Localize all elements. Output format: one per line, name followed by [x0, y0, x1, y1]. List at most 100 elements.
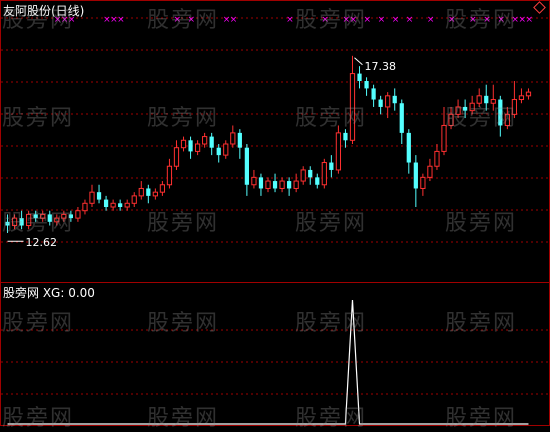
watermark: 股旁网 [445, 211, 518, 236]
candle-body [364, 81, 369, 89]
candle-body [138, 187, 144, 197]
watermark: 股旁网 [295, 406, 368, 431]
candle [427, 158, 433, 182]
candle-body [82, 202, 88, 212]
candle-body [124, 202, 130, 208]
candle [406, 129, 411, 174]
candle [202, 132, 208, 148]
candle [209, 132, 214, 156]
watermark: 股旁网 [295, 211, 368, 236]
watermark: 股旁网 [147, 106, 220, 131]
candle-body [427, 165, 433, 178]
candle [146, 184, 151, 204]
candle-body [357, 73, 362, 81]
candle-body [392, 95, 397, 104]
signal-marker: × [406, 15, 414, 25]
watermark: 股旁网 [2, 211, 75, 236]
candle [103, 195, 109, 211]
candle [518, 88, 525, 104]
candle [75, 207, 81, 222]
candle [194, 140, 201, 156]
watermark: 股旁网 [445, 311, 518, 336]
candle [378, 95, 383, 115]
candle-body [420, 176, 426, 189]
low-price-label: 12.62 [26, 236, 58, 249]
signal-marker: × [427, 15, 435, 25]
candle [258, 173, 264, 196]
candle [152, 188, 158, 200]
candle [244, 144, 249, 196]
candle [180, 136, 187, 152]
chart-window: × × × × × × × × × × × × × × × × × × × × × × × × × × 17.38 12.62 友… [0, 0, 550, 431]
candle-body [89, 191, 95, 204]
candle [188, 136, 193, 159]
candle-body [251, 176, 257, 186]
candle [159, 181, 166, 196]
candle [434, 144, 440, 170]
watermark: 股旁网 [147, 311, 220, 336]
high-price-label: 17.38 [364, 60, 396, 73]
candle-body [96, 192, 102, 200]
candle [293, 173, 299, 193]
watermark: 股旁网 [2, 106, 75, 131]
watermark: 股旁网 [445, 106, 518, 131]
candle [308, 166, 313, 185]
candle [237, 129, 242, 159]
candle-body [413, 162, 418, 189]
candle-body [343, 132, 348, 141]
candle-body [525, 91, 532, 97]
candle [138, 181, 144, 200]
candle-body [279, 180, 285, 189]
candle [420, 173, 426, 196]
watermark: 股旁网 [147, 406, 220, 431]
candle [223, 140, 229, 159]
candle-body [180, 139, 187, 149]
candle-body [335, 132, 342, 171]
candle [131, 192, 137, 207]
candle [89, 184, 95, 207]
high-pointer [354, 57, 363, 66]
candle [166, 158, 173, 189]
watermark: 股旁网 [2, 8, 75, 33]
candle [371, 84, 376, 107]
candle [96, 184, 102, 204]
watermark: 股旁网 [445, 8, 518, 33]
candle [315, 173, 320, 189]
candle [110, 199, 116, 211]
candle [272, 173, 278, 193]
candle-body [258, 177, 264, 189]
signal-marker: × [378, 15, 386, 25]
candle [82, 199, 88, 215]
candle-body [173, 147, 180, 167]
candle [124, 199, 130, 211]
candle [265, 177, 271, 193]
signal-marker: × [230, 15, 238, 25]
candle-body [110, 202, 116, 208]
candle-body [152, 191, 158, 197]
candle-body [300, 169, 306, 182]
candle-body [166, 165, 173, 186]
candle-body [202, 136, 208, 145]
candle [321, 158, 327, 189]
watermark: 股旁网 [295, 311, 368, 336]
candle-body [406, 132, 411, 163]
candle-body [146, 188, 151, 196]
watermark: 股旁网 [147, 211, 220, 236]
candle-body [371, 88, 376, 100]
candle-body [293, 180, 299, 189]
candle [335, 125, 342, 174]
watermark: 股旁网 [2, 406, 75, 431]
candle [216, 144, 221, 163]
candle-body [223, 143, 229, 156]
candle [364, 77, 369, 96]
candle-body [159, 184, 166, 193]
indicator-title: 股旁网 XG: 0.00 [3, 286, 95, 300]
candle-body [188, 140, 193, 152]
candle-body [131, 195, 137, 204]
candle [173, 140, 180, 170]
candle [399, 99, 404, 144]
candle-body [287, 181, 292, 189]
candle-body [209, 136, 214, 148]
candle [525, 88, 532, 100]
candle [279, 177, 285, 193]
